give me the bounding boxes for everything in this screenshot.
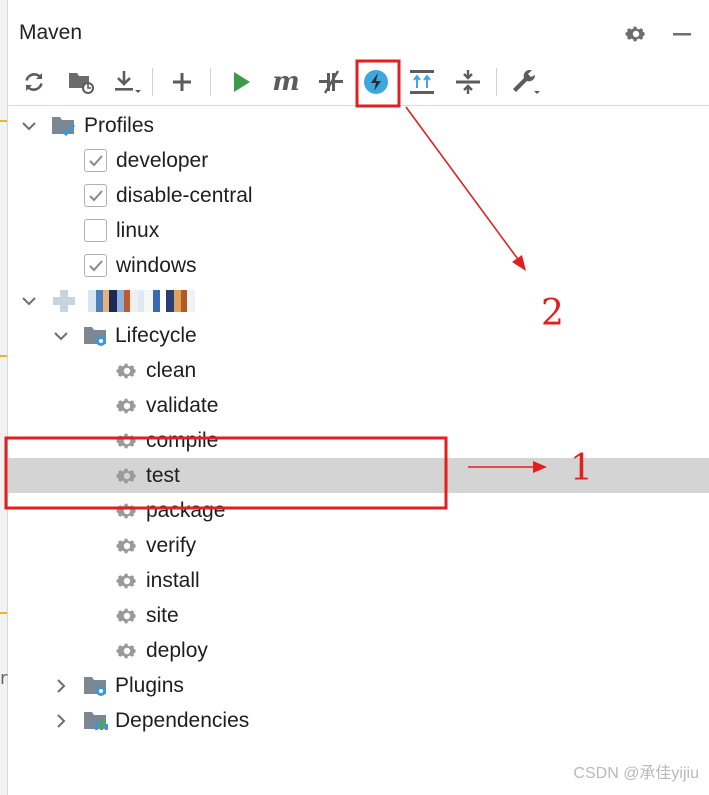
profile-label: linux [116, 218, 160, 242]
lifecycle-goal[interactable]: package [8, 493, 709, 528]
editor-gutter: r [0, 0, 8, 795]
gear-icon [114, 533, 140, 559]
dependencies-folder-icon [83, 708, 109, 734]
lifecycle-goal[interactable]: clean [8, 353, 709, 388]
maven-tool-window: Maven m Profiles developer disable-centr… [8, 0, 709, 795]
profile-item[interactable]: disable-central [8, 178, 709, 213]
lifecycle-goal-selected[interactable]: test [8, 458, 709, 493]
minus-icon[interactable] [666, 18, 698, 50]
gear-icon [114, 358, 140, 384]
offline-icon[interactable] [314, 65, 348, 99]
chevron-right-icon[interactable] [52, 712, 70, 730]
tree-node-label: Dependencies [115, 708, 250, 732]
chevron-down-icon[interactable] [52, 327, 70, 345]
profile-item[interactable]: linux [8, 213, 709, 248]
chevron-down-icon[interactable] [20, 292, 38, 310]
goal-label: deploy [146, 638, 208, 662]
tool-window-title: Maven [19, 21, 83, 44]
toolbar-separator [152, 68, 153, 96]
chevron-right-icon[interactable] [52, 677, 70, 695]
profile-item[interactable]: windows [8, 248, 709, 283]
goal-label: verify [146, 533, 197, 557]
annotation-label-2: 2 [541, 293, 564, 334]
maven-m-icon[interactable]: m [269, 65, 303, 99]
profile-item[interactable]: developer [8, 143, 709, 178]
checkbox[interactable] [84, 254, 107, 277]
gear-icon [114, 463, 140, 489]
toolbar-separator [210, 68, 211, 96]
maven-project-icon [51, 288, 77, 314]
gear-icon[interactable] [620, 18, 652, 50]
tree-node-plugins[interactable]: Plugins [8, 668, 709, 703]
plus-icon[interactable] [165, 65, 199, 99]
tree-node-dependencies[interactable]: Dependencies [8, 703, 709, 738]
profile-label: disable-central [116, 183, 253, 207]
gutter-glyph: r [0, 668, 8, 689]
download-icon[interactable] [110, 65, 144, 99]
lifecycle-goal[interactable]: deploy [8, 633, 709, 668]
reload-icon[interactable] [17, 65, 51, 99]
goal-label: clean [146, 358, 197, 382]
lifecycle-folder-icon [83, 323, 109, 349]
profile-label: windows [116, 253, 197, 277]
chevron-down-icon[interactable] [20, 117, 38, 135]
checkbox[interactable] [84, 219, 107, 242]
tree-node-profiles[interactable]: Profiles [8, 108, 709, 143]
profiles-folder-icon [51, 113, 77, 139]
lifecycle-goal[interactable]: compile [8, 423, 709, 458]
gutter-marker [0, 612, 7, 614]
profile-label: developer [116, 148, 209, 172]
expand-icon[interactable] [405, 65, 439, 99]
project-name-redacted [88, 290, 195, 312]
gear-icon [114, 428, 140, 454]
goal-label: package [146, 498, 226, 522]
lifecycle-goal[interactable]: verify [8, 528, 709, 563]
goal-label: site [146, 603, 179, 627]
checkbox[interactable] [84, 149, 107, 172]
goal-label: compile [146, 428, 219, 452]
lightning-icon[interactable] [359, 65, 393, 99]
gutter-marker [0, 355, 7, 357]
tree-node-project[interactable] [8, 283, 709, 318]
maven-project-tree: Profiles developer disable-central linux… [8, 107, 709, 747]
lifecycle-goal[interactable]: validate [8, 388, 709, 423]
goal-label: validate [146, 393, 219, 417]
tree-node-label: Profiles [84, 113, 155, 137]
tree-node-label: Plugins [115, 673, 184, 697]
collapse-icon[interactable] [451, 65, 485, 99]
gutter-marker [0, 120, 7, 122]
toolbar-separator [496, 68, 497, 96]
folder-refresh-icon[interactable] [64, 65, 98, 99]
goal-label: test [146, 463, 180, 487]
wrench-icon[interactable] [509, 65, 543, 99]
watermark: CSDN @承佳yijiu [573, 765, 699, 782]
plugins-folder-icon [83, 673, 109, 699]
lifecycle-goal[interactable]: site [8, 598, 709, 633]
gear-icon [114, 638, 140, 664]
maven-toolbar: m [8, 58, 709, 106]
tree-node-lifecycle[interactable]: Lifecycle [8, 318, 709, 353]
lifecycle-goal[interactable]: install [8, 563, 709, 598]
gear-icon [114, 498, 140, 524]
gear-icon [114, 568, 140, 594]
checkbox[interactable] [84, 184, 107, 207]
gear-icon [114, 393, 140, 419]
gear-icon [114, 603, 140, 629]
tool-window-header: Maven [8, 10, 709, 58]
goal-label: install [146, 568, 200, 592]
tree-node-label: Lifecycle [115, 323, 197, 347]
annotation-label-1: 1 [570, 448, 593, 489]
play-icon[interactable] [224, 65, 258, 99]
